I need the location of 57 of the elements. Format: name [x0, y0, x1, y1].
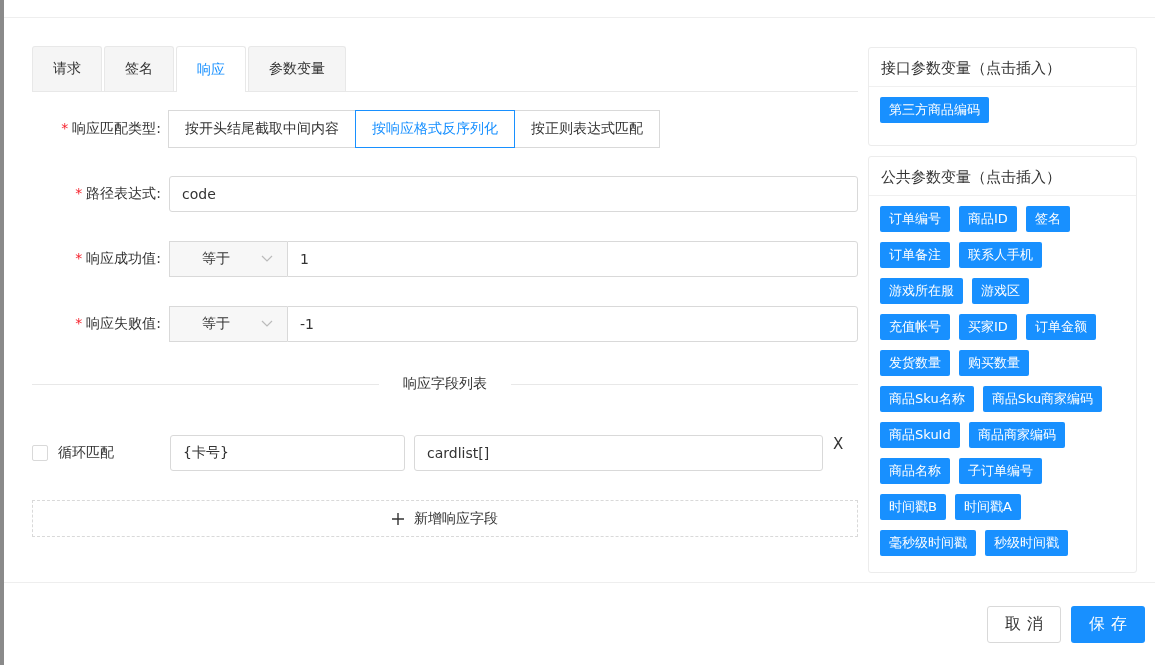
required-mark: * — [75, 185, 83, 201]
variable-tag[interactable]: 商品商家编码 — [968, 422, 1065, 448]
save-button[interactable]: 保 存 — [1071, 605, 1145, 643]
tab[interactable]: 请求 — [32, 46, 102, 91]
input-field[interactable]: {卡号} — [170, 435, 405, 471]
variable-tag[interactable]: 商品名称 — [880, 458, 950, 484]
radio-button[interactable]: 按响应格式反序列化 — [355, 110, 515, 148]
variable-tag[interactable]: 签名 — [1025, 206, 1070, 232]
variable-tag[interactable]: 购买数量 — [959, 350, 1029, 376]
tab[interactable]: 响应 — [176, 46, 246, 92]
input-field[interactable]: cardlist[] — [414, 435, 823, 471]
variable-tag[interactable]: 联系人手机 — [959, 242, 1042, 268]
variable-tag[interactable]: 订单编号 — [880, 206, 950, 232]
field-label: 响应失败值: — [86, 315, 161, 331]
chevron-down-icon — [261, 320, 273, 328]
input-field[interactable]: -1 — [287, 306, 858, 342]
variable-tag[interactable]: 秒级时间戳 — [985, 530, 1068, 556]
operator-select[interactable]: 等于 — [169, 306, 287, 342]
variable-tag[interactable]: 游戏所在服 — [880, 278, 963, 304]
variable-tag[interactable]: 毫秒级时间戳 — [880, 530, 976, 556]
field-label: 路径表达式: — [86, 185, 161, 201]
chevron-down-icon — [261, 255, 273, 263]
variable-tag[interactable]: 订单金额 — [1025, 314, 1096, 340]
variable-tag[interactable]: 商品Sku商家编码 — [982, 386, 1103, 412]
field-label: 响应匹配类型: — [72, 120, 161, 136]
variable-tag[interactable]: 订单备注 — [880, 242, 950, 268]
add-field-button[interactable]: 新增响应字段 — [32, 500, 858, 537]
required-mark: * — [61, 120, 69, 136]
input-field[interactable]: 1 — [287, 241, 858, 277]
checkbox[interactable] — [32, 445, 48, 461]
section-title: 响应字段列表 — [403, 375, 487, 393]
variable-tag[interactable]: 充值帐号 — [880, 314, 950, 340]
panel-title: 接口参数变量（点击插入） — [869, 48, 1136, 87]
operator-select[interactable]: 等于 — [169, 241, 287, 277]
input-field[interactable]: code — [169, 176, 858, 212]
required-mark: * — [75, 315, 83, 331]
radio-button[interactable]: 按正则表达式匹配 — [514, 110, 660, 148]
plus-icon — [392, 512, 404, 525]
variable-tag[interactable]: 商品Sku名称 — [880, 386, 974, 412]
variable-tag[interactable]: 买家ID — [959, 314, 1017, 340]
tab[interactable]: 签名 — [104, 46, 174, 91]
variable-tag[interactable]: 发货数量 — [880, 350, 950, 376]
variable-tag[interactable]: 第三方商品编码 — [880, 97, 989, 123]
variable-tag[interactable]: 商品SkuId — [880, 422, 960, 448]
panel-title: 公共参数变量（点击插入） — [869, 157, 1136, 196]
radio-button[interactable]: 按开头结尾截取中间内容 — [168, 110, 356, 148]
tab[interactable]: 参数变量 — [248, 46, 346, 91]
field-label: 响应成功值: — [86, 250, 161, 266]
variable-tag[interactable]: 子订单编号 — [959, 458, 1042, 484]
variable-tag[interactable]: 时间戳B — [880, 494, 946, 520]
cancel-button[interactable]: 取 消 — [987, 605, 1061, 643]
remove-button[interactable]: X — [823, 435, 844, 453]
required-mark: * — [75, 250, 83, 266]
checkbox-label: 循环匹配 — [58, 444, 115, 462]
variable-tag[interactable]: 商品ID — [959, 206, 1017, 232]
variable-tag[interactable]: 时间戳A — [954, 494, 1021, 520]
variable-tag[interactable]: 游戏区 — [972, 278, 1029, 304]
